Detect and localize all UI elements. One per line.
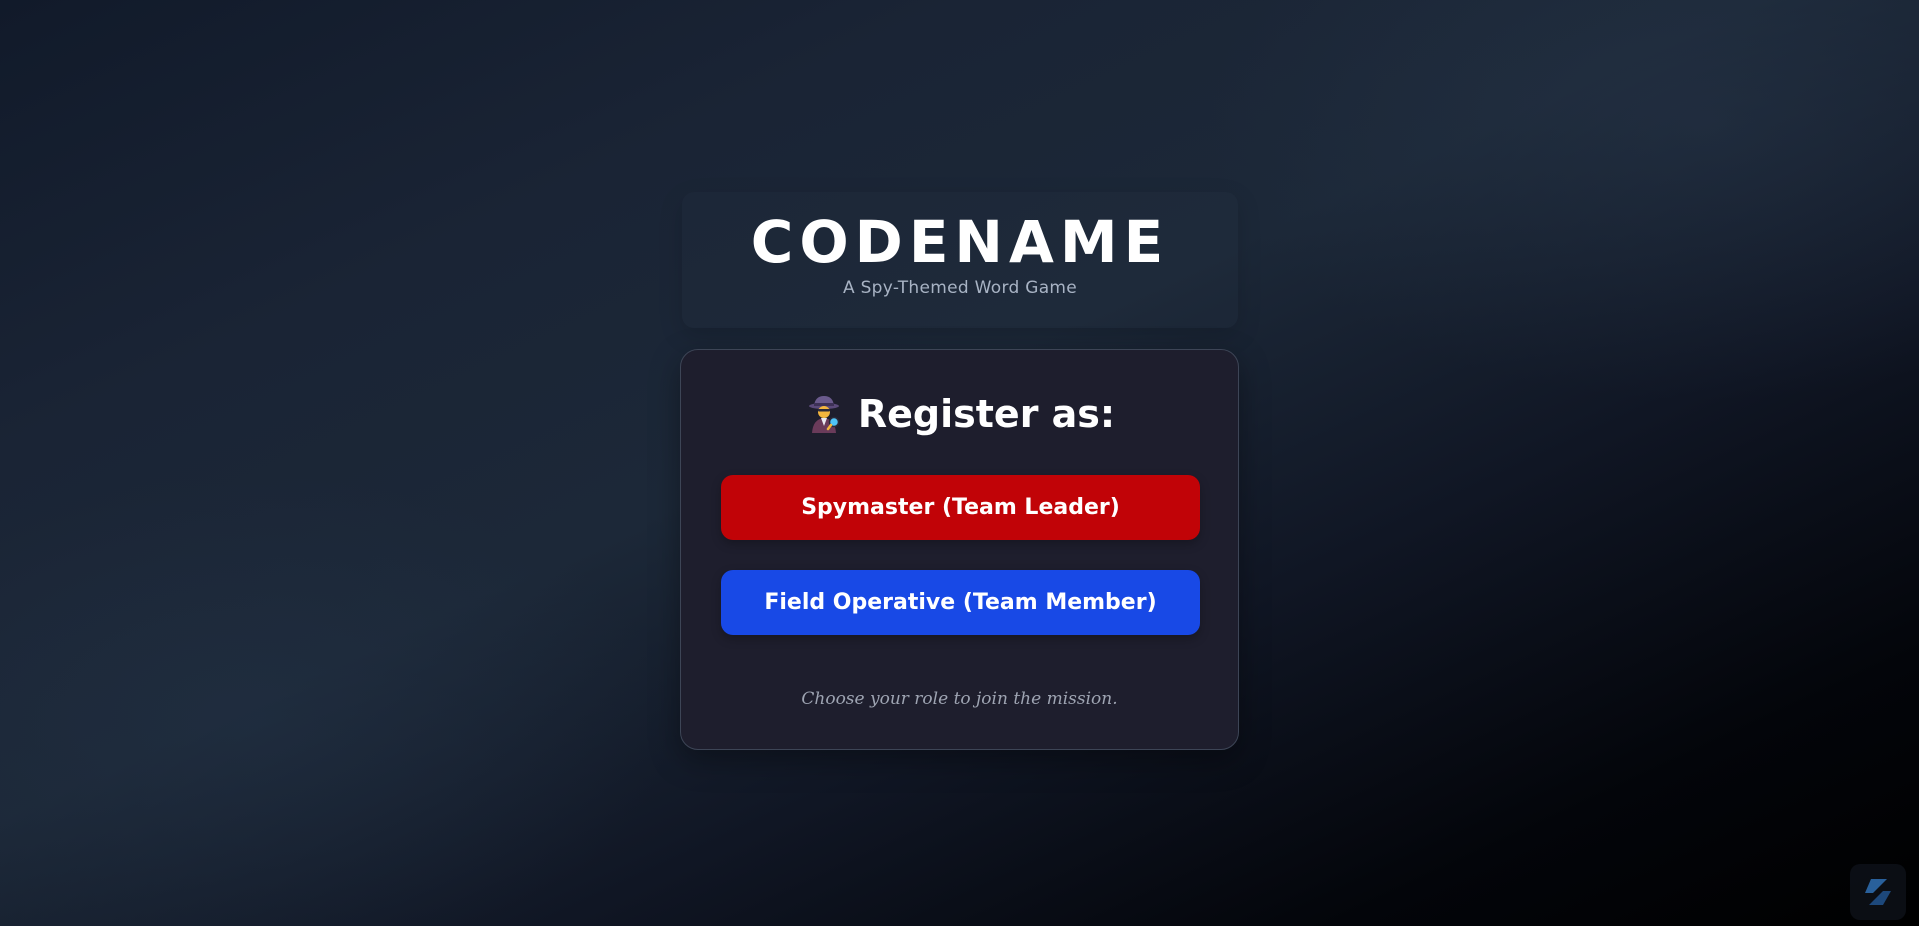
page-subtitle: A Spy-Themed Word Game bbox=[842, 278, 1078, 298]
register-heading-label: Register as: bbox=[857, 392, 1116, 436]
field-operative-button[interactable]: Field Operative (Team Member) bbox=[721, 570, 1200, 635]
spymaster-button[interactable]: Spymaster (Team Leader) bbox=[721, 475, 1200, 540]
register-card: Register as: Spymaster (Team Leader) Fie… bbox=[680, 349, 1239, 750]
detective-icon bbox=[808, 396, 840, 433]
role-hint: Choose your role to join the mission. bbox=[801, 689, 1118, 709]
corner-widget[interactable] bbox=[1850, 864, 1906, 920]
page-title: CODENAME bbox=[750, 208, 1170, 276]
header: CODENAME A Spy-Themed Word Game bbox=[682, 192, 1238, 328]
app-logo-icon bbox=[1865, 879, 1891, 905]
register-heading: Register as: bbox=[681, 390, 1238, 438]
